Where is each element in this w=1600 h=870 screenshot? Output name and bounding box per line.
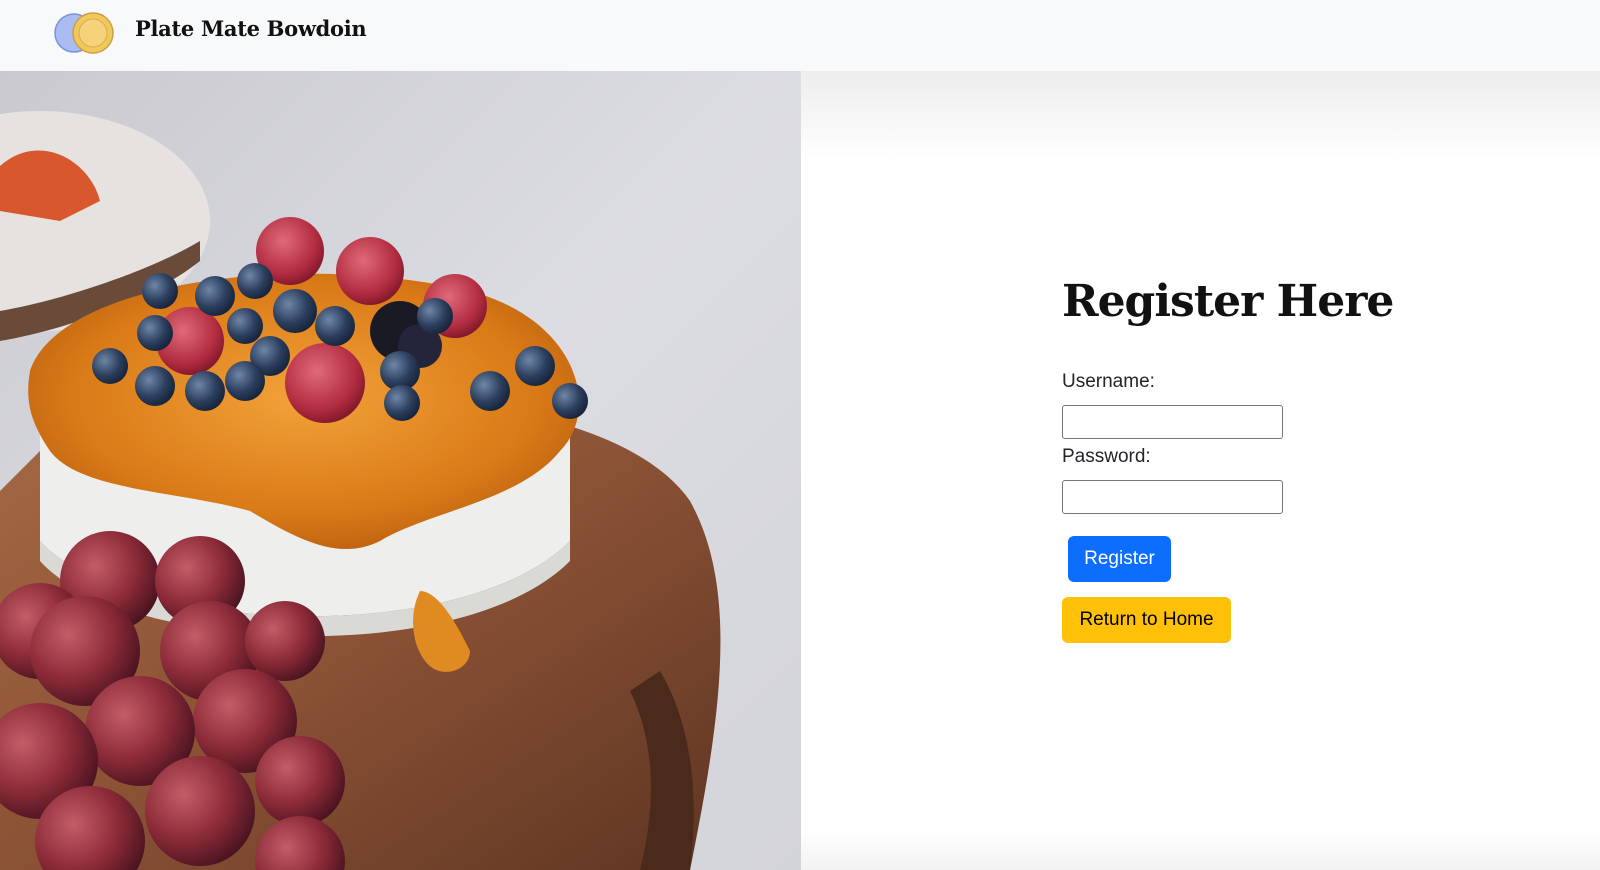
dessert-photo (0, 71, 801, 870)
return-home-button[interactable]: Return to Home (1062, 597, 1231, 643)
plates-logo-icon[interactable] (53, 12, 115, 54)
navbar: Plate Mate Bowdoin (0, 0, 1600, 71)
password-input[interactable] (1062, 480, 1283, 514)
panel-shadow (801, 71, 1600, 161)
page-title: Register Here (1062, 276, 1394, 327)
hero-illustration (0, 71, 801, 870)
username-label: Username: (1062, 371, 1155, 392)
username-input[interactable] (1062, 405, 1283, 439)
brand-name[interactable]: Plate Mate Bowdoin (135, 16, 367, 41)
register-button[interactable]: Register (1068, 536, 1171, 582)
password-label: Password: (1062, 446, 1151, 467)
panel-bottom-shadow (801, 830, 1600, 870)
register-panel (801, 71, 1600, 870)
